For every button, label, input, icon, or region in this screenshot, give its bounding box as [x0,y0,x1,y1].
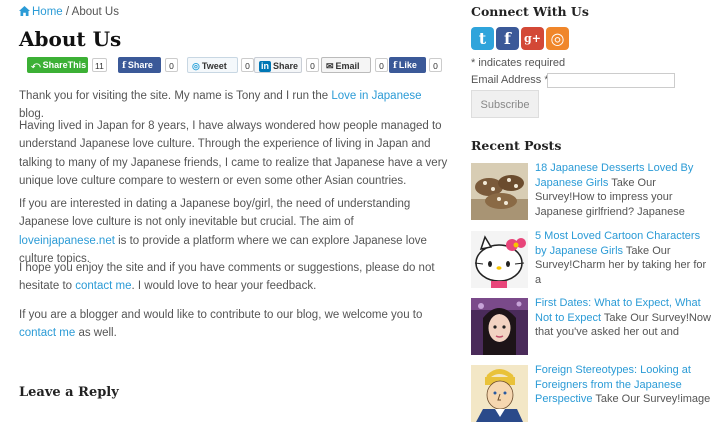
subscribe-button[interactable]: Subscribe [471,90,539,118]
post-thumbnail[interactable] [471,163,528,220]
facebook-icon[interactable]: f [496,27,519,50]
post-excerpt: Take Our Survey!image [592,393,711,405]
facebook-like-icon: f [393,61,397,71]
list-item: First Dates: What to Expect, What Not to… [471,296,711,356]
facebook-like-button[interactable]: f Like [389,57,426,73]
connect-heading: Connect With Us [471,4,589,19]
aim-paragraph: If you are interested in dating a Japane… [19,198,427,265]
tweet-button[interactable]: ◎ Tweet [187,57,238,73]
list-item: Foreign Stereotypes: Looking at Foreigne… [471,363,711,423]
linkedin-icon: in [259,61,271,72]
twitter-icon[interactable]: t [471,27,494,50]
share-count: 0 [375,58,388,72]
share-count: 0 [429,58,442,72]
post-thumbnail[interactable] [471,231,528,288]
page-title: About Us [19,27,122,51]
post-title-link[interactable]: 5 Most Loved Cartoon Characters by Japan… [535,230,700,257]
email-share-button[interactable]: ✉ Email [321,57,371,73]
google-plus-icon[interactable]: g+ [521,27,544,50]
recent-posts-heading: Recent Posts [471,138,562,153]
post-thumbnail[interactable] [471,298,528,355]
share-count: 0 [241,58,254,72]
love-in-japanese-link[interactable]: Love in Japanese [331,90,421,102]
leave-reply-heading: Leave a Reply [19,385,119,400]
breadcrumb-separator: / [65,6,70,18]
facebook-share-button[interactable]: f Share [118,57,161,73]
share-count: 0 [165,58,178,72]
contact-me-link[interactable]: contact me [19,327,75,339]
linkedin-share-button[interactable]: in Share [254,57,302,73]
feedback-paragraph: I hope you enjoy the site and if you hav… [19,262,435,293]
rss-icon[interactable]: ◎ [546,27,569,50]
twitter-icon: ◎ [192,61,200,71]
home-icon [19,6,30,16]
breadcrumb: Home / About Us [19,6,119,18]
list-item: 18 Japanese Desserts Loved By Japanese G… [471,161,711,221]
breadcrumb-home-link[interactable]: Home [32,6,63,18]
required-note: * indicates required [471,57,566,69]
list-item: 5 Most Loved Cartoon Characters by Japan… [471,229,711,289]
share-count: 11 [92,58,107,72]
sharethis-button[interactable]: ⤺ ShareThis [27,57,88,73]
blogger-paragraph: If you are a blogger and would like to c… [19,309,423,340]
background-paragraph: Having lived in Japan for 8 years, I hav… [19,120,448,187]
facebook-icon: f [122,61,126,71]
contact-me-link[interactable]: contact me [75,280,131,292]
email-label: Email Address * [471,74,549,86]
share-count: 0 [306,58,319,72]
email-icon: ✉ [326,61,334,71]
loveinjapanese-link[interactable]: loveinjapanese.net [19,235,115,247]
post-thumbnail[interactable] [471,365,528,422]
share-icon: ⤺ [31,60,41,70]
breadcrumb-current: About Us [71,6,119,18]
email-field[interactable] [547,73,675,88]
